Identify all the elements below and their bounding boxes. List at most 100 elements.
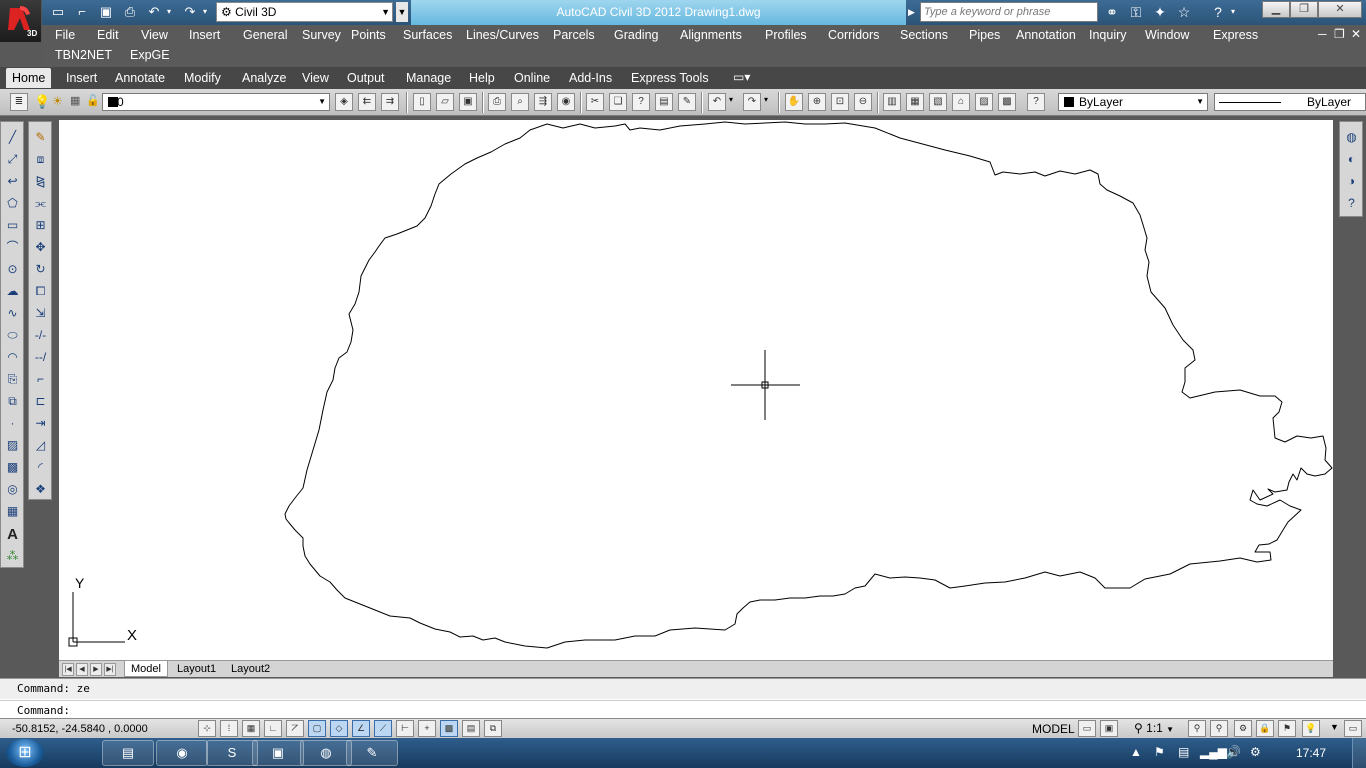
menu-parcels[interactable]: Parcels: [553, 25, 595, 46]
subscription-icon[interactable]: ⚿: [1126, 3, 1146, 21]
workspace-switching-icon[interactable]: ⚙: [1234, 720, 1252, 737]
toolbar-lock-icon[interactable]: 🔒: [1256, 720, 1274, 737]
extend-icon[interactable]: --/: [31, 348, 50, 367]
action-center-icon[interactable]: ⚑: [1154, 745, 1165, 759]
polyline-icon[interactable]: ↩: [3, 172, 22, 191]
spline-icon[interactable]: ∿: [3, 304, 22, 323]
snap-mode-icon[interactable]: ⁞: [220, 720, 238, 737]
network-icon[interactable]: ▂▄▆: [1200, 745, 1227, 759]
linetype-dropdown[interactable]: ByLayer: [1214, 93, 1366, 111]
menu-view[interactable]: View: [141, 25, 168, 46]
menu-expge[interactable]: ExpGE: [130, 45, 170, 66]
communication-center-icon[interactable]: ✦: [1150, 3, 1170, 21]
tab-annotate[interactable]: Annotate: [109, 68, 171, 88]
layer-properties-icon[interactable]: ≣: [10, 93, 28, 111]
volume-icon[interactable]: 🔊: [1226, 745, 1241, 759]
taskbar-clock[interactable]: 17:47: [1296, 738, 1326, 768]
transparency-icon[interactable]: ▩: [440, 720, 458, 737]
polygon-icon[interactable]: ⬠: [3, 194, 22, 213]
gradient-icon[interactable]: ▩: [3, 458, 22, 477]
skype-icon[interactable]: S: [206, 740, 258, 766]
tab-output[interactable]: Output: [341, 68, 391, 88]
join-icon[interactable]: ⇥: [31, 414, 50, 433]
construction-line-icon[interactable]: ⤢: [3, 150, 22, 169]
open-icon[interactable]: ▱: [436, 93, 454, 111]
redo-icon[interactable]: ↷: [180, 3, 200, 21]
hatch-icon[interactable]: ▨: [3, 436, 22, 455]
rotate-icon[interactable]: ↻: [31, 260, 50, 279]
quick-view-drawings-icon[interactable]: ▣: [1100, 720, 1118, 737]
update-icon[interactable]: ⚙: [1250, 745, 1261, 759]
firefox-icon[interactable]: ◉: [156, 740, 208, 766]
trim-icon[interactable]: -/-: [31, 326, 50, 345]
tab-model[interactable]: Model: [124, 661, 168, 677]
help-dropdown-icon[interactable]: ▾: [1228, 3, 1238, 21]
undo-dropdown-icon[interactable]: ▾: [729, 95, 733, 104]
menu-tbn2net[interactable]: TBN2NET: [55, 45, 112, 66]
menu-corridors[interactable]: Corridors: [828, 25, 879, 46]
quick-access-more-icon[interactable]: ▼: [396, 2, 408, 22]
array-icon[interactable]: ⊞: [31, 216, 50, 235]
region-icon[interactable]: ◎: [3, 480, 22, 499]
toolbar-help-icon[interactable]: ?: [1027, 93, 1045, 111]
move-icon[interactable]: ✥: [31, 238, 50, 257]
make-block-icon[interactable]: ⧉: [3, 392, 22, 411]
open-file-icon[interactable]: ⌐: [72, 3, 92, 21]
quick-view-layouts-icon[interactable]: ▭: [1078, 720, 1096, 737]
dynamic-ucs-icon[interactable]: ⟋: [374, 720, 392, 737]
new-icon[interactable]: ▯: [413, 93, 431, 111]
explode-icon[interactable]: ❖: [31, 480, 50, 499]
point-icon[interactable]: ·: [3, 414, 22, 433]
menu-window[interactable]: Window: [1145, 25, 1189, 46]
lock-icon[interactable]: 🔓: [86, 94, 100, 107]
publish-icon[interactable]: ⇶: [534, 93, 552, 111]
quick-properties-icon[interactable]: ▤: [462, 720, 480, 737]
paint-icon[interactable]: ✎: [346, 740, 398, 766]
menu-grading[interactable]: Grading: [614, 25, 658, 46]
stretch-icon[interactable]: ⇲: [31, 304, 50, 323]
match-properties-icon[interactable]: ✎: [678, 93, 696, 111]
tab-manage[interactable]: Manage: [400, 68, 457, 88]
doc-minimize-icon[interactable]: ─: [1318, 27, 1327, 41]
tray-expand-icon[interactable]: ▲: [1130, 745, 1142, 759]
polar-tracking-icon[interactable]: ⦢: [286, 720, 304, 737]
show-desktop-button[interactable]: [1352, 738, 1366, 768]
menu-surfaces[interactable]: Surfaces: [403, 25, 452, 46]
menu-alignments[interactable]: Alignments: [680, 25, 742, 46]
tab-layout1[interactable]: Layout1: [171, 661, 222, 677]
menu-insert[interactable]: Insert: [189, 25, 220, 46]
doc-restore-icon[interactable]: ❐: [1334, 27, 1345, 41]
save-icon[interactable]: ▣: [96, 3, 116, 21]
line-icon[interactable]: ╱: [3, 128, 22, 147]
redo-dropdown-icon[interactable]: ▾: [200, 3, 210, 21]
tray-app-icon[interactable]: ▤: [1178, 745, 1189, 759]
file-explorer-icon[interactable]: ▤: [102, 740, 154, 766]
isolate-objects-icon[interactable]: 💡: [1302, 720, 1320, 737]
model-space-toggle[interactable]: MODEL: [1032, 721, 1075, 737]
command-input[interactable]: Command:: [0, 700, 1366, 719]
last-tab-icon[interactable]: ▶|: [104, 663, 116, 676]
annotation-scale[interactable]: ⚲ 1:1 ▼: [1134, 721, 1174, 735]
print-icon[interactable]: ⎙: [120, 3, 140, 21]
tab-add-ins[interactable]: Add-Ins: [563, 68, 618, 88]
plot-preview-icon[interactable]: ⌕: [511, 93, 529, 111]
start-button[interactable]: ⊞: [6, 739, 44, 767]
menu-survey[interactable]: Survey: [302, 25, 341, 46]
doc-close-icon[interactable]: ✕: [1351, 27, 1361, 41]
workspace-selector[interactable]: ⚙ Civil 3D ▼: [216, 2, 393, 22]
object-snap-tracking-icon[interactable]: ∠: [352, 720, 370, 737]
scale-icon[interactable]: ⧠: [31, 282, 50, 301]
design-center-icon[interactable]: ▦: [906, 93, 924, 111]
help-icon[interactable]: ?: [1208, 3, 1228, 21]
tab-modify[interactable]: Modify: [178, 68, 227, 88]
layer-previous-icon[interactable]: ⇇: [358, 93, 376, 111]
mirror-icon[interactable]: ⧎: [31, 172, 50, 191]
google-earth-icon[interactable]: ◍: [300, 740, 352, 766]
save-icon[interactable]: ▣: [459, 93, 477, 111]
favorites-star-icon[interactable]: ☆: [1174, 3, 1194, 21]
paste-icon[interactable]: ?: [632, 93, 650, 111]
first-tab-icon[interactable]: |◀: [62, 663, 74, 676]
zoom-realtime-icon[interactable]: ⊕: [808, 93, 826, 111]
pan-icon[interactable]: ✋: [785, 93, 803, 111]
minimize-button[interactable]: ▁: [1262, 1, 1290, 18]
